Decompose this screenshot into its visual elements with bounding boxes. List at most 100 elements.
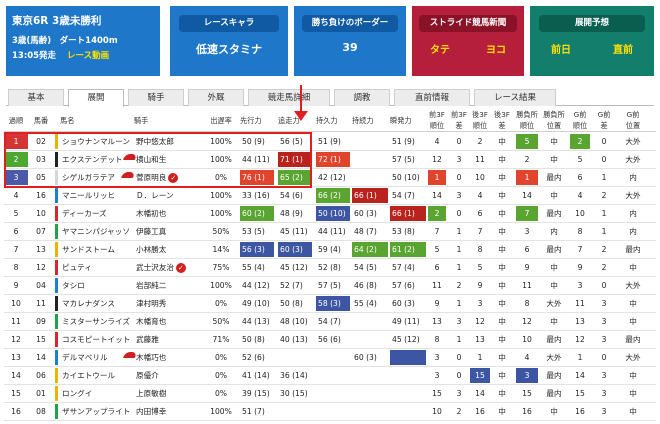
goal-diff: 0 bbox=[601, 281, 607, 290]
header-senko-power[interactable]: 先行力 bbox=[240, 108, 274, 132]
goal-diff: 0 bbox=[601, 353, 607, 362]
table-row[interactable]: 7 13 サンドストーム 小林勝太 14% 56 (3) 60 (3) 59 (4) 64 (2… bbox=[4, 241, 656, 259]
front3f-diff: 2 bbox=[456, 407, 462, 416]
front3f-diff: 2 bbox=[456, 281, 462, 290]
horse-name[interactable]: コスモピートイット bbox=[60, 332, 130, 347]
goal-diff: 3 bbox=[601, 407, 607, 416]
header-jockey-name[interactable]: 騎手 bbox=[134, 108, 202, 132]
header-goal-position[interactable]: G前 位置 bbox=[618, 108, 648, 132]
jizoku-power: 60 (3) bbox=[354, 353, 377, 362]
last3f-rank: 3 bbox=[477, 299, 483, 308]
tab-basic[interactable]: 基本 bbox=[8, 89, 64, 106]
jockey-name[interactable]: 菅原明良 ✓ bbox=[134, 170, 202, 185]
header-goal-diff[interactable]: G前 差 bbox=[594, 108, 614, 132]
shunpatsu-power: 61 (2) bbox=[390, 242, 426, 257]
horse-name[interactable]: カイエトウール bbox=[60, 368, 130, 383]
horse-name[interactable]: マニールリッヒ bbox=[60, 188, 130, 203]
table-row[interactable]: 4 16 マニールリッヒ Ｄ．レーン 100% 33 (16) 54 (6) 66 (2) 66… bbox=[4, 187, 656, 205]
horse-name[interactable]: ピュティ bbox=[60, 260, 130, 275]
jockey-name[interactable]: 内田博幸 bbox=[134, 404, 202, 419]
header-jizoku-power[interactable]: 持続力 bbox=[352, 108, 388, 132]
jockey-name[interactable]: 野中悠太郎 bbox=[134, 134, 202, 149]
jockey-name[interactable]: 伊藤工真 bbox=[134, 224, 202, 239]
header-goal-rank[interactable]: G前 順位 bbox=[570, 108, 590, 132]
jockey-name[interactable]: 武士沢友治 ✓ bbox=[134, 260, 202, 275]
late-rate: 100% bbox=[210, 137, 232, 146]
horse-name[interactable]: タシロ bbox=[60, 278, 130, 293]
shobu-rank: 5 bbox=[516, 134, 538, 149]
header-front3f-diff[interactable]: 前3F 差 bbox=[450, 108, 468, 132]
table-row[interactable]: 14 06 カイエトウール 原優介 0% 41 (14) 36 (14) 3 0 15 中 3 最内 14… bbox=[4, 367, 656, 385]
header-rank-cell[interactable]: 過順 bbox=[4, 108, 28, 132]
horse-name[interactable]: ザサンアップライト bbox=[60, 404, 130, 419]
horse-name[interactable]: マカレナダンス bbox=[60, 296, 130, 311]
table-row[interactable]: 12 15 コスモピートイット 武藤雅 71% 50 (8) 40 (13) 56 (6) 45… bbox=[4, 331, 656, 349]
header-jikyu-power[interactable]: 持久力 bbox=[316, 108, 350, 132]
horse-name[interactable]: ミスターサンライズ bbox=[60, 314, 130, 329]
horse-number: 10 bbox=[36, 209, 46, 218]
tab-latest-info[interactable]: 直前情報 bbox=[394, 89, 470, 106]
stride-yoko-link[interactable]: ヨコ bbox=[486, 41, 506, 56]
tab-horse-detail[interactable]: 競走馬詳細 bbox=[248, 89, 330, 106]
jockey-name[interactable]: 横山和生 bbox=[134, 152, 202, 167]
horse-name[interactable]: サンドストーム bbox=[60, 242, 130, 257]
tab-outside-stable[interactable]: 外厩 bbox=[188, 89, 244, 106]
tab-race-result[interactable]: レース結果 bbox=[474, 89, 556, 106]
tab-tenkai[interactable]: 展開 bbox=[68, 89, 124, 107]
header-last3f-rank[interactable]: 後3F 順位 bbox=[470, 108, 490, 132]
tsuiso-power: 30 (15) bbox=[280, 389, 308, 398]
horse-name[interactable]: ディーカーズ bbox=[60, 206, 130, 221]
tab-jockey[interactable]: 騎手 bbox=[128, 89, 184, 106]
jockey-name[interactable]: 木幡初也 bbox=[134, 206, 202, 221]
jockey-name[interactable]: 上原敏樹 bbox=[134, 386, 202, 401]
header-horse-name[interactable]: 馬名 bbox=[60, 108, 130, 132]
table-row[interactable]: 8 12 ピュティ 武士沢友治 ✓ 75% 55 (4) 45 (12) 52 (8) 54 (5… bbox=[4, 259, 656, 277]
horse-name[interactable]: エクステンデット bbox=[60, 152, 130, 167]
header-shobu-position[interactable]: 勝負所 位置 bbox=[542, 108, 566, 132]
stride-tate-link[interactable]: タテ bbox=[430, 41, 450, 56]
forecast-prev-day-link[interactable]: 前日 bbox=[551, 41, 571, 56]
table-row[interactable]: 16 08 ザサンアップライト 内田博幸 100% 51 (7) 10 2 16 中 16 中 16 3 中 bbox=[4, 403, 656, 421]
table-row[interactable]: 11 09 ミスターサンライズ 木幡育也 50% 44 (13) 48 (10) 54 (7)… bbox=[4, 313, 656, 331]
race-video-link[interactable]: レース動画 bbox=[67, 51, 109, 61]
table-row[interactable]: 5 10 ディーカーズ 木幡初也 100% 60 (2) 48 (9) 50 (10) 60 (… bbox=[4, 205, 656, 223]
jockey-name[interactable]: 津村明秀 bbox=[134, 296, 202, 311]
late-rate: 50% bbox=[212, 227, 230, 236]
shobu-rank: 9 bbox=[524, 263, 530, 272]
header-late-rate[interactable]: 出遅率 bbox=[204, 108, 238, 132]
jockey-name[interactable]: 岩部純二 bbox=[134, 278, 202, 293]
table-row[interactable]: 13 14 デルマベリル 木幡巧也 0% 52 (6) 60 (3) 3 0 1 中 4 大外 1 0 大外 bbox=[4, 349, 656, 367]
jockey-name[interactable]: 小林勝太 bbox=[134, 242, 202, 257]
header-shobu-rank[interactable]: 勝負所 順位 bbox=[516, 108, 538, 132]
table-row[interactable]: 9 04 タシロ 岩部純二 100% 44 (12) 52 (7) 57 (5) 46 (8) 5… bbox=[4, 277, 656, 295]
horse-name[interactable]: ヤマニンパジャッソ bbox=[60, 224, 130, 239]
tab-training[interactable]: 調教 bbox=[334, 89, 390, 106]
goal-position: 内 bbox=[629, 209, 637, 218]
jockey-name[interactable]: Ｄ．レーン bbox=[134, 188, 202, 203]
horse-name[interactable]: デルマベリル bbox=[60, 350, 130, 365]
header-shunpatsu-power[interactable]: 瞬発力 bbox=[390, 108, 426, 132]
table-row[interactable]: 2 03 エクステンデット 横山和生 100% 44 (11) 71 (1) 72 (1) 57… bbox=[4, 151, 656, 169]
table-row[interactable]: 15 01 ロングイ 上原敏樹 0% 39 (15) 30 (15) 15 3 14 中 15 最内 15… bbox=[4, 385, 656, 403]
jockey-name[interactable]: 原優介 bbox=[134, 368, 202, 383]
header-front3f-rank[interactable]: 前3F 順位 bbox=[428, 108, 446, 132]
header-last3f-diff[interactable]: 後3F 差 bbox=[492, 108, 512, 132]
jockey-name[interactable]: 木幡育也 bbox=[134, 314, 202, 329]
forecast-latest-link[interactable]: 直前 bbox=[613, 41, 633, 56]
last3f-diff: 中 bbox=[498, 335, 506, 344]
table-row[interactable]: 3 05 シゲルガラテア 菅原明良 ✓ 0% 76 (1) 65 (2) 42 (12) 50 (… bbox=[4, 169, 656, 187]
goal-rank: 13 bbox=[575, 317, 585, 326]
table-row[interactable]: 6 07 ヤマニンパジャッソ 伊藤工真 50% 53 (5) 45 (11) 44 (11) 4… bbox=[4, 223, 656, 241]
horse-name[interactable]: ロングイ bbox=[60, 386, 130, 401]
senko-power: 44 (11) bbox=[242, 155, 270, 164]
table-row[interactable]: 1 02 ショウナンマルーン 野中悠太郎 100% 50 (9) 56 (5) 51 (9) 5… bbox=[4, 133, 656, 151]
horse-name[interactable]: ショウナンマルーン bbox=[60, 134, 130, 149]
jockey-name[interactable]: 武藤雅 bbox=[134, 332, 202, 347]
table-row[interactable]: 10 11 マカレナダンス 津村明秀 0% 49 (10) 50 (8) 58 (3) 55 (… bbox=[4, 295, 656, 313]
header-horse-number[interactable]: 馬番 bbox=[28, 108, 54, 132]
tsuiso-power: 56 (5) bbox=[280, 137, 303, 146]
waku-color-bar bbox=[55, 224, 58, 239]
tsuiso-power: 60 (3) bbox=[278, 242, 312, 257]
horse-name[interactable]: シゲルガラテア bbox=[60, 170, 130, 185]
jockey-name[interactable]: 木幡巧也 bbox=[134, 350, 202, 365]
